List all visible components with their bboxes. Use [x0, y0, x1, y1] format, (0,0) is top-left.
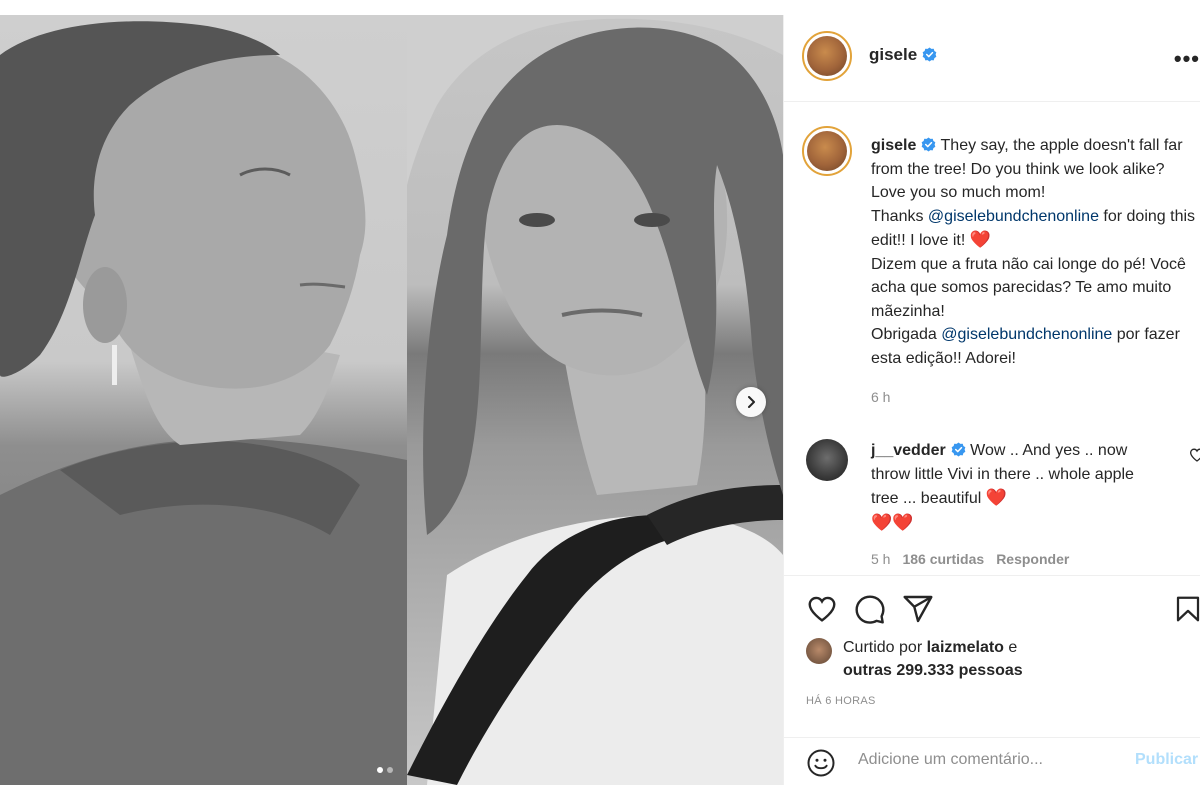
caption-line-en: They say, the apple doesn't fall far fro…: [871, 137, 1183, 201]
carousel-next-button[interactable]: [736, 387, 766, 417]
caption-thanks-prefix: Thanks: [871, 207, 928, 225]
add-comment-bar: Publicar: [784, 737, 1200, 785]
share-paper-plane-icon[interactable]: [902, 593, 934, 625]
post-timestamp[interactable]: HÁ 6 HORAS: [806, 695, 876, 707]
comment-bubble-icon[interactable]: [854, 593, 886, 625]
caption-username[interactable]: gisele: [871, 137, 916, 154]
comment-avatar[interactable]: [806, 439, 848, 481]
caption-obrigada-prefix: Obrigada: [871, 326, 942, 343]
avatar[interactable]: [802, 31, 852, 81]
publish-button[interactable]: Publicar: [1135, 751, 1198, 769]
mention-link[interactable]: @giselebundchenonline: [941, 326, 1112, 343]
comment-time[interactable]: 5 h: [871, 551, 890, 567]
comment-text: j__vedder Wow .. And yes .. now throw li…: [871, 439, 1141, 535]
likes-middle: e: [1003, 639, 1018, 656]
photo-mother: [0, 15, 407, 785]
chevron-right-icon: [748, 396, 755, 408]
reply-button[interactable]: Responder: [996, 551, 1069, 567]
header-username[interactable]: gisele: [869, 45, 917, 64]
carousel-indicator: [377, 767, 393, 773]
caption-avatar[interactable]: [802, 126, 852, 176]
verified-badge-icon: [922, 137, 936, 152]
comment-username[interactable]: j__vedder: [871, 442, 946, 459]
like-heart-icon[interactable]: [806, 593, 838, 625]
mention-link[interactable]: @giselebundchenonline: [928, 208, 1099, 225]
caption-time[interactable]: 6 h: [871, 389, 890, 405]
bookmark-icon[interactable]: [1173, 593, 1200, 625]
comment-heart-icon[interactable]: [1189, 447, 1200, 463]
likes-prefix: Curtido por: [843, 639, 927, 656]
caption-text: gisele They say, the apple doesn't fall …: [871, 134, 1197, 370]
comment-likes[interactable]: 186 curtidas: [902, 551, 984, 567]
liker-avatar[interactable]: [806, 638, 832, 664]
comment-input[interactable]: [858, 746, 1118, 774]
post-side-panel: gisele ••• gisele They say, the apple do…: [783, 15, 1200, 785]
liker-username[interactable]: laizmelato: [927, 639, 1004, 656]
heart-emoji: ❤️: [969, 230, 991, 249]
caption-line-pt: Dizem que a fruta não cai longe do pé! V…: [871, 255, 1186, 320]
comment-meta: 5 h 186 curtidas Responder: [871, 551, 1081, 567]
heart-emoji-pair: ❤️❤️: [871, 512, 914, 532]
likes-text: Curtido por laizmelato e outras 299.333 …: [843, 636, 1163, 682]
photo-daughter: [407, 15, 783, 785]
likes-others-link[interactable]: outras 299.333 pessoas: [843, 662, 1023, 679]
post-action-bar: [806, 593, 934, 625]
verified-badge-icon: [951, 442, 966, 457]
emoji-icon[interactable]: [806, 748, 836, 778]
carousel-dot-1: [377, 767, 383, 773]
post-media-carousel[interactable]: [0, 15, 783, 785]
verified-badge-icon: [922, 47, 937, 62]
header-username-link[interactable]: gisele: [869, 45, 937, 65]
carousel-dot-2: [387, 767, 393, 773]
post-header: gisele •••: [784, 15, 1200, 102]
more-horizontal-icon[interactable]: •••: [1174, 46, 1200, 72]
heart-emoji: ❤️: [985, 488, 1007, 507]
divider: [784, 575, 1200, 576]
